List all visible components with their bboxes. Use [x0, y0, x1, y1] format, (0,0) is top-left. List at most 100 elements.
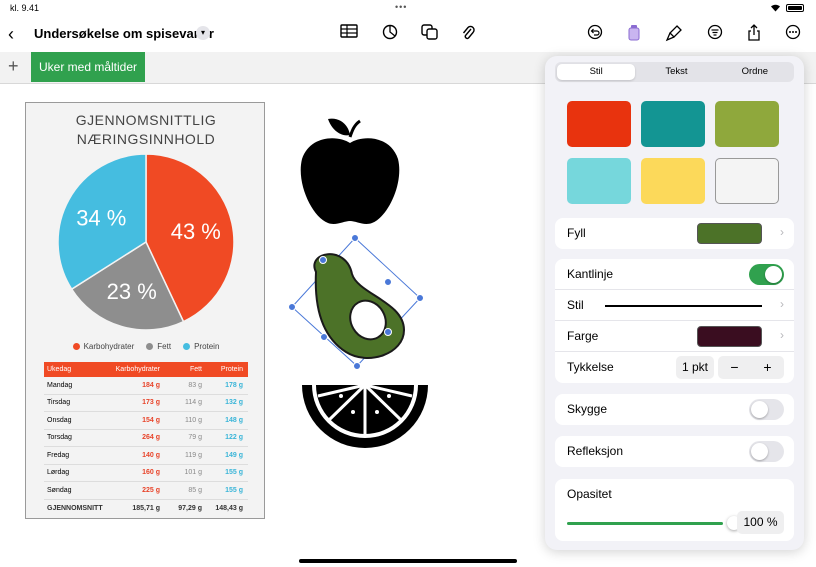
shapes-icon[interactable]: [420, 24, 440, 44]
chevron-down-icon[interactable]: ▾: [196, 26, 210, 40]
table-cell: Lørdag: [47, 469, 70, 477]
border-color-well[interactable]: [697, 326, 762, 347]
fill-color-well[interactable]: [697, 223, 762, 244]
format-icon[interactable]: [705, 24, 725, 44]
fill-label: Fyll: [567, 226, 586, 240]
opacity-slider-track[interactable]: [567, 522, 723, 525]
table-cell: 97,29 g: [178, 504, 202, 512]
legend-item: Protein: [183, 342, 219, 351]
status-indicators: [770, 3, 804, 12]
style-swatch[interactable]: [715, 158, 779, 204]
style-swatch[interactable]: [567, 158, 631, 204]
table-row: Fredag 140 g 119 g 149 g: [44, 447, 248, 465]
toggle-knob: [751, 401, 768, 418]
thickness-row: Tykkelse 1 pkt − +: [555, 352, 794, 383]
table-cell: 79 g: [188, 434, 202, 442]
increase-button[interactable]: +: [751, 356, 784, 379]
table-cell: 173 g: [142, 399, 160, 407]
shadow-label: Skygge: [567, 402, 608, 416]
panel-tabs: Stil Tekst Ordne: [555, 62, 794, 82]
table-cell: Søndag: [47, 486, 72, 494]
citrus-slice-icon[interactable]: [301, 382, 429, 448]
opacity-value[interactable]: 100 %: [737, 511, 784, 534]
chevron-right-icon[interactable]: ›: [780, 328, 784, 342]
pie-data-label: 34 %: [76, 205, 126, 230]
table-cell: 178 g: [225, 381, 243, 389]
table-header-cell: Ukedag: [47, 366, 72, 373]
table-cell: Tirsdag: [47, 399, 71, 407]
table-cell: 154 g: [142, 416, 160, 424]
decrease-button[interactable]: −: [718, 356, 751, 379]
multitasking-dots[interactable]: •••: [395, 2, 407, 12]
border-toggle[interactable]: [749, 264, 784, 285]
paperclip-icon[interactable]: [458, 24, 478, 44]
tab-tekst[interactable]: Tekst: [637, 62, 715, 82]
table-header-cell: Protein: [220, 366, 243, 373]
table-cell: 148,43 g: [215, 504, 243, 512]
format-brush-icon[interactable]: [664, 24, 684, 44]
share-icon[interactable]: [744, 24, 764, 44]
apple-icon[interactable]: [298, 113, 402, 229]
reflection-row: Refleksjon: [555, 436, 794, 467]
nutrition-table[interactable]: Ukedag Karbohydrater Fett Protein Mandag…: [44, 362, 248, 517]
legend-swatch-fett: [146, 343, 154, 350]
table-cell: 119 g: [185, 451, 202, 459]
table-row: Tirsdag 173 g 114 g 132 g: [44, 395, 248, 412]
table-row: Søndag 225 g 85 g 155 g: [44, 482, 248, 500]
home-indicator[interactable]: [299, 559, 517, 563]
table-cell: 85 g: [188, 486, 202, 494]
style-swatch[interactable]: [641, 101, 705, 147]
reflection-toggle[interactable]: [749, 441, 784, 462]
opacity-label: Opasitet: [567, 487, 612, 501]
add-sheet-button[interactable]: +: [8, 56, 19, 77]
chevron-right-icon[interactable]: ›: [780, 297, 784, 311]
table-cell: 110 g: [185, 416, 202, 424]
legend-swatch-protein: [183, 343, 191, 350]
document-title[interactable]: Undersøkelse om spisevaner: [34, 26, 214, 41]
opacity-group: Opasitet 100 %: [555, 479, 794, 541]
thickness-stepper: − +: [718, 356, 784, 379]
reflection-label: Refleksjon: [567, 444, 624, 458]
chevron-left-icon[interactable]: ‹: [8, 24, 14, 45]
sheet-tab-uker[interactable]: Uker med måltider: [31, 52, 146, 82]
style-swatches: [567, 101, 782, 204]
legend-label: Protein: [194, 342, 220, 351]
tab-stil[interactable]: Stil: [557, 64, 636, 80]
table-cell: 83 g: [188, 381, 202, 389]
more-icon[interactable]: [783, 24, 803, 44]
style-swatch[interactable]: [715, 101, 779, 147]
wifi-icon: [771, 4, 780, 12]
style-swatch[interactable]: [641, 158, 705, 204]
pie-data-label: 23 %: [107, 279, 157, 304]
pie-data-label: 43 %: [171, 219, 221, 244]
table-cell: Fredag: [47, 451, 70, 459]
style-swatch[interactable]: [567, 101, 631, 147]
toolbar: ‹ Undersøkelse om spisevaner ▾: [0, 16, 816, 52]
border-label: Kantlinje: [567, 267, 614, 281]
fill-row[interactable]: Fyll ›: [555, 218, 794, 249]
table-cell: 185,71 g: [132, 504, 160, 512]
chart-icon[interactable]: [380, 24, 400, 44]
tab-ordne[interactable]: Ordne: [716, 62, 794, 82]
nutrition-card[interactable]: 43 % 23 % 34 % GJENNOMSNITTLIG NÆRINGSINNH…: [25, 102, 265, 519]
border-style-label: Stil: [567, 298, 584, 312]
table-cell: GJENNOMSNITT: [47, 504, 103, 512]
border-style-row[interactable]: Stil ›: [555, 290, 794, 321]
legend-label: Fett: [157, 342, 172, 351]
border-group: Kantlinje Stil › Farge › Tykkelse 1 pkt …: [555, 259, 794, 383]
chevron-right-icon[interactable]: ›: [780, 225, 784, 239]
note-icon[interactable]: [624, 24, 644, 44]
shadow-toggle[interactable]: [749, 399, 784, 420]
table-icon[interactable]: [339, 24, 359, 44]
legend-item: Karbohydrater: [72, 342, 134, 351]
undo-icon[interactable]: [585, 24, 605, 44]
table-cell: 160 g: [142, 469, 160, 477]
reflection-group: Refleksjon: [555, 436, 794, 467]
table-cell: 155 g: [225, 486, 243, 494]
table-cell: 148 g: [225, 416, 243, 424]
thickness-value[interactable]: 1 pkt: [676, 356, 714, 379]
border-color-row[interactable]: Farge ›: [555, 321, 794, 352]
table-header-cell: Karbohydrater: [115, 366, 160, 373]
avocado-icon[interactable]: [286, 232, 426, 372]
legend-item: Fett: [146, 342, 171, 351]
